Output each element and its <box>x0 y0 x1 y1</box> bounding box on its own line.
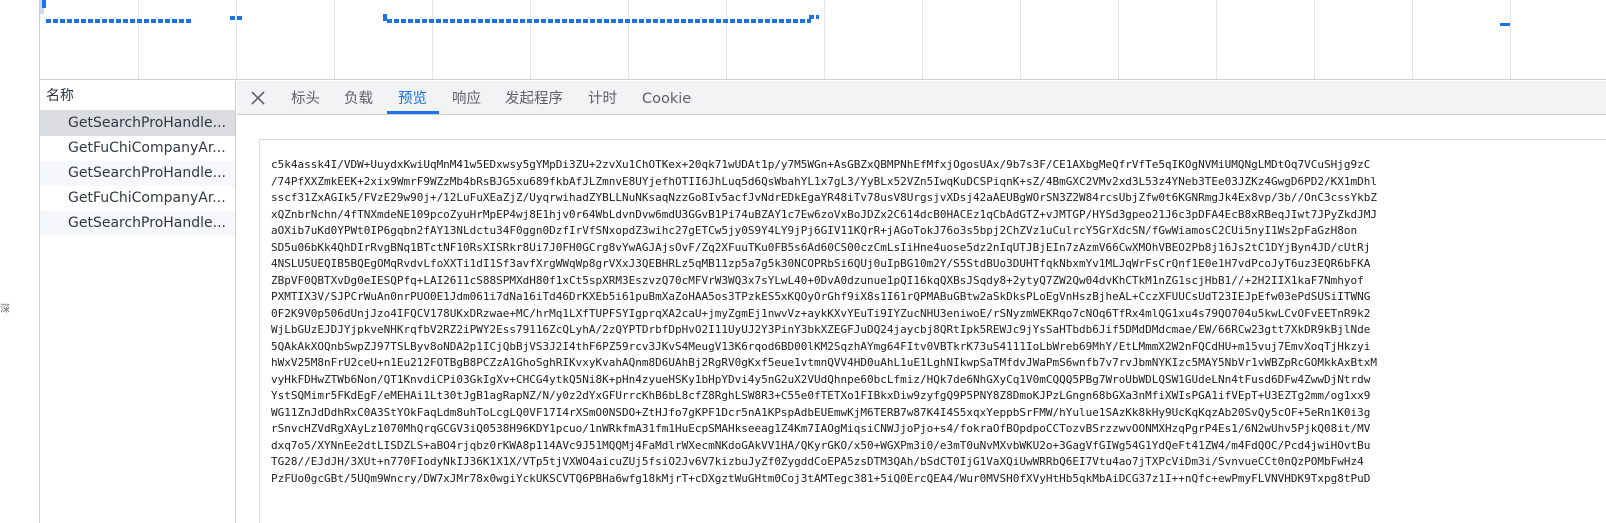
tab-cookies[interactable]: Cookie <box>642 81 691 115</box>
preview-line: 5QAkAkXOQnbSwpZJ97TSLByv8oNDA2p1ICjQbBjV… <box>271 339 1371 353</box>
request-row[interactable]: GetFuChiCompanyAr... <box>40 186 235 211</box>
tab-preview[interactable]: 预览 <box>398 81 427 115</box>
preview-line: hWxV25M8nFrU2ceU+n1Eu212FOTBgB8PCZzA1Gho… <box>271 356 1377 369</box>
close-icon[interactable] <box>247 87 269 109</box>
request-row[interactable]: GetSearchProHandle... <box>40 211 235 236</box>
detail-tabbar: 标头 负载 预览 响应 发起程序 计时 Cookie <box>237 81 1606 115</box>
preview-line: PzFUo0gcGBt/5UQm9Wncry/DW7xJMr78x0wgiYck… <box>271 471 1371 485</box>
tab-timing[interactable]: 计时 <box>588 81 617 115</box>
timeline-gridline <box>922 0 923 79</box>
timeline-gridline <box>432 0 433 79</box>
gutter-glyph: 深 <box>0 304 10 315</box>
preview-line: TG28//EJdJH/3XUt+n770FIodyNkIJ36K1X1X/VT… <box>271 455 1364 468</box>
request-row[interactable]: GetFuChiCompanyAr... <box>40 136 235 161</box>
timeline-gridline <box>236 0 237 79</box>
tab-payload[interactable]: 负载 <box>344 81 373 115</box>
timeline-gridline <box>1412 0 1413 79</box>
request-row[interactable]: GetSearchProHandle... <box>40 161 235 186</box>
column-header-name[interactable]: 名称 <box>40 81 235 111</box>
tab-response[interactable]: 响应 <box>452 81 481 115</box>
preview-line: xQZnbrNchn/4fTNXmdeNE109pcoZyuHrMpEP4wj8… <box>271 207 1377 221</box>
active-tab-indicator <box>387 111 439 114</box>
timeline-gridline <box>1118 0 1119 79</box>
tab-initiator[interactable]: 发起程序 <box>505 81 563 115</box>
preview-response-text: c5k4assk4I/VDW+UuydxKwiUqMnM41w5EDxwsy5g… <box>271 157 1606 487</box>
request-row[interactable]: GetSearchProHandle... <box>40 111 235 136</box>
timeline-gridline <box>138 0 139 79</box>
timeline-gridline <box>530 0 531 79</box>
tab-headers[interactable]: 标头 <box>291 81 320 115</box>
timeline-request-bar <box>1500 23 1510 26</box>
timeline-request-bar <box>230 16 242 20</box>
preview-line: aOXib7uKd0YPWt0IP6gqbn2fAY13NLdctu34F0gg… <box>271 224 1358 237</box>
timeline-gridline <box>1020 0 1021 79</box>
preview-line: sscf31ZxAGIk5/FVzE29w90j+/12LuFuXEaZjZ/U… <box>271 191 1377 204</box>
timeline-overview[interactable] <box>40 0 1606 80</box>
preview-line: ZBpVF0QBTXvDg0eIESQPfq+LAI2611cS88SPMXdH… <box>271 273 1364 287</box>
sidebar-gutter: 深 <box>0 0 40 523</box>
request-list: 名称 GetSearchProHandle... GetFuChiCompany… <box>40 81 236 523</box>
preview-line: dxq7o5/XYNnEe2dtLISDZLS+aBO4rjqbz0rKWA8p… <box>271 438 1371 452</box>
timeline-gridline <box>1216 0 1217 79</box>
preview-line: WG11ZnJdDdhRxC0A3StYOkFaqLdm8uhToLcgLQ0V… <box>271 405 1371 419</box>
timeline-gridline <box>1510 0 1511 79</box>
preview-line: c5k4assk4I/VDW+UuydxKwiUqMnM41w5EDxwsy5g… <box>271 158 1371 171</box>
timeline-gridline <box>824 0 825 79</box>
timeline-gridline <box>726 0 727 79</box>
timeline-request-bar <box>387 19 811 23</box>
preview-line: SD5u06bKk4QhDIrRvgBNq1BTctNF10RsXISRkr8U… <box>271 240 1371 254</box>
preview-line: 4NSLU5UEQIB5BQEgOMqRvdvLfoXXTi1dI1Sf3avf… <box>271 257 1371 270</box>
timeline-gridline <box>1314 0 1315 79</box>
request-detail-pane: 标头 负载 预览 响应 发起程序 计时 Cookie c5k4assk4I/VD… <box>237 81 1606 523</box>
timeline-gridline <box>334 0 335 79</box>
preview-line: YstSQMimr5FKdEgF/eMEHAi1Lt30tJgB1agRapNZ… <box>271 389 1371 402</box>
timeline-request-bar <box>809 15 819 19</box>
timeline-gridline <box>628 0 629 79</box>
preview-line: /74PfXXZmkEEK+2xix9WmrF9WZzMb4bRsBJG5xu6… <box>271 174 1377 188</box>
preview-line: rSnvcHZVdRgXAyLz1070MhQrqGCGV3iQ0538H96K… <box>271 422 1371 435</box>
timeline-request-bar <box>42 0 46 8</box>
preview-content[interactable]: c5k4assk4I/VDW+UuydxKwiUqMnM41w5EDxwsy5g… <box>259 139 1606 523</box>
timeline-request-bar <box>46 19 192 23</box>
preview-line: WjLbGUzEJDJYjpkveNHKrqfbV2RZ2iPWY2Ess791… <box>271 323 1371 336</box>
preview-line: PXMTIX3V/SJPCrWuAn0nrPUO0E1Jdm061i7dNa16… <box>271 290 1371 303</box>
preview-line: 0F2K9V0p506dUnjJzo4IFQCV178UKxDRzwae+MC/… <box>271 306 1371 320</box>
preview-line: vyHkFDHwZTWb6Non/QT1KnvdiCPi03GkIgXv+CHC… <box>271 372 1371 386</box>
